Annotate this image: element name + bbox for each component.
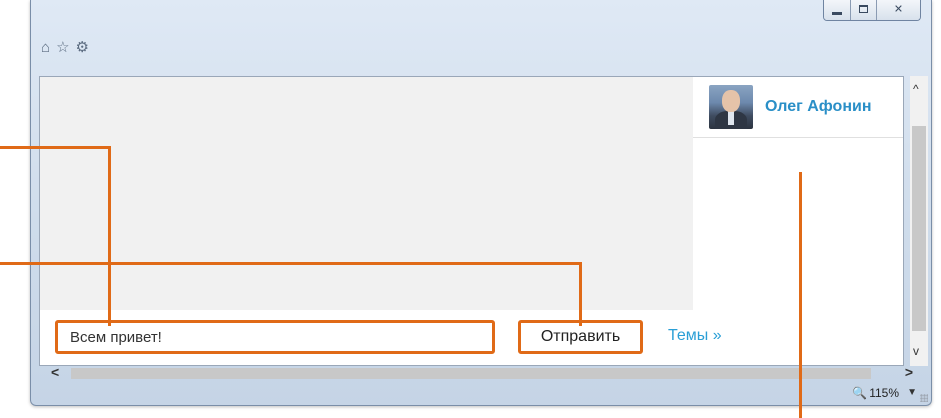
zoom-level[interactable]: 🔍 115%: [852, 386, 899, 400]
themes-link[interactable]: Темы »: [668, 327, 722, 345]
window-controls: ✕: [823, 0, 921, 21]
callout-line: [0, 146, 111, 149]
scroll-left-icon[interactable]: <: [51, 364, 59, 380]
status-bar: 🔍 115% ▼: [31, 384, 931, 404]
message-input[interactable]: [55, 320, 495, 354]
callout-line: [799, 172, 802, 418]
minimize-button[interactable]: [824, 0, 850, 20]
close-icon: ✕: [893, 3, 904, 16]
zoom-value: 115%: [869, 386, 899, 400]
zoom-icon: 🔍: [852, 386, 868, 400]
chat-input-bar: Отправить Темы »: [40, 310, 903, 365]
page-content: Олег Афонин Отправить Темы »: [39, 76, 904, 366]
settings-gear-icon[interactable]: ⚙: [76, 40, 89, 56]
callout-line: [0, 262, 582, 265]
scroll-right-icon[interactable]: >: [905, 364, 913, 380]
avatar: [709, 85, 753, 129]
home-icon[interactable]: ⌂: [41, 40, 50, 56]
user-list-item[interactable]: Олег Афонин: [693, 77, 903, 138]
callout-line: [108, 146, 111, 326]
horizontal-scrollbar[interactable]: < >: [51, 364, 913, 381]
maximize-icon: [859, 5, 868, 13]
favorites-star-icon[interactable]: ☆: [56, 40, 69, 56]
zoom-dropdown-icon[interactable]: ▼: [907, 387, 917, 398]
user-name[interactable]: Олег Афонин: [765, 98, 871, 116]
minimize-icon: [832, 12, 842, 15]
callout-line: [579, 262, 582, 326]
vertical-scrollbar[interactable]: ^ v: [910, 76, 928, 366]
scroll-down-icon[interactable]: v: [913, 344, 919, 358]
vertical-scroll-thumb[interactable]: [912, 126, 926, 331]
browser-toolbar: ⌂ ☆ ⚙: [41, 40, 89, 56]
scroll-up-icon[interactable]: ^: [913, 82, 919, 96]
browser-window: ✕ ⌂ ☆ ⚙ Олег Афонин Отправить Темы » ^: [30, 0, 932, 406]
horizontal-scroll-thumb[interactable]: [71, 368, 871, 379]
resize-grip[interactable]: [920, 394, 928, 402]
maximize-button[interactable]: [850, 0, 876, 20]
close-button[interactable]: ✕: [876, 0, 920, 20]
